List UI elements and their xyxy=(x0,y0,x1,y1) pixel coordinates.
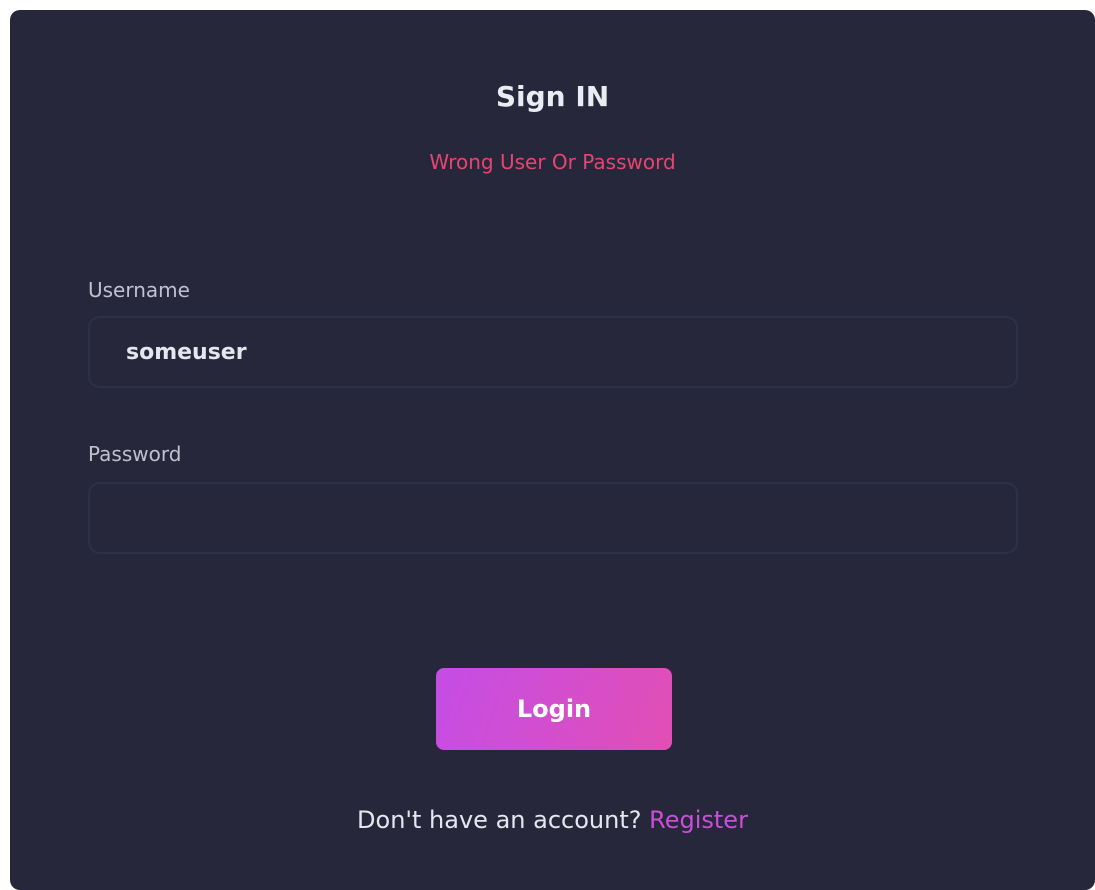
username-label: Username xyxy=(88,278,190,302)
login-card: Sign IN Wrong User Or Password Username … xyxy=(10,10,1095,890)
register-prompt-text: Don't have an account? xyxy=(357,806,642,834)
error-message: Wrong User Or Password xyxy=(429,150,676,174)
password-input[interactable] xyxy=(88,482,1018,554)
register-prompt: Don't have an account? Register xyxy=(10,806,1095,834)
register-link[interactable]: Register xyxy=(649,806,748,834)
password-label: Password xyxy=(88,442,182,466)
username-input[interactable] xyxy=(88,316,1018,388)
login-button[interactable]: Login xyxy=(436,668,672,750)
page-title: Sign IN xyxy=(495,80,610,113)
